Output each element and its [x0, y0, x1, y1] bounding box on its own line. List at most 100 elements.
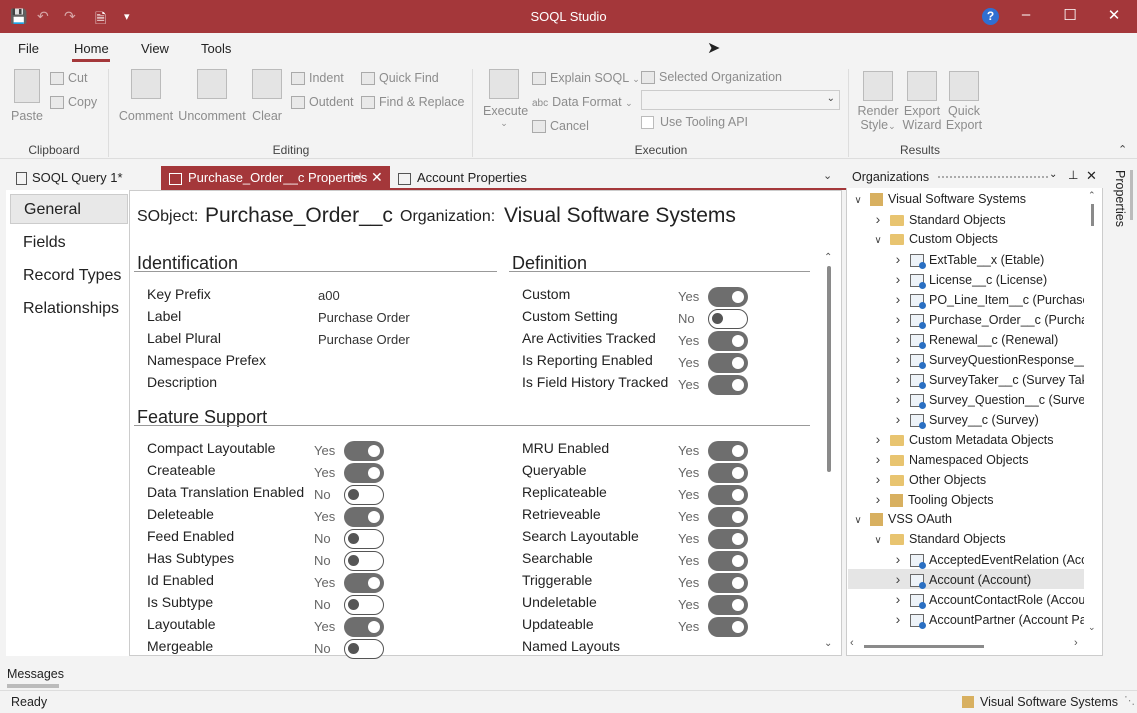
- new-document-icon[interactable]: 🗎: [95, 8, 106, 32]
- tab-soql-query[interactable]: SOQL Query 1*: [8, 166, 158, 190]
- expand-chevron-icon[interactable]: ›: [892, 349, 904, 369]
- expand-chevron-icon[interactable]: ›: [892, 589, 904, 609]
- toggle-switch[interactable]: [708, 287, 748, 307]
- expand-chevron-icon[interactable]: ›: [892, 329, 904, 349]
- tree-node[interactable]: › Tooling Objects: [848, 489, 1084, 509]
- nav-record-types[interactable]: Record Types: [10, 261, 128, 291]
- save-icon[interactable]: 💾: [10, 8, 27, 25]
- menu-tools[interactable]: Tools: [201, 41, 231, 56]
- expand-chevron-icon[interactable]: ›: [872, 469, 884, 489]
- tree-node[interactable]: › Survey__c (Survey): [848, 409, 1084, 430]
- tree-node[interactable]: › Other Objects: [848, 469, 1084, 489]
- tree-vertical-scrollbar[interactable]: ⌃ ⌄: [1087, 190, 1099, 638]
- help-icon[interactable]: ?: [982, 8, 999, 25]
- properties-side-tab[interactable]: Properties: [1104, 166, 1137, 656]
- toggle-switch[interactable]: [344, 463, 384, 483]
- toggle-switch[interactable]: [344, 485, 384, 505]
- expand-chevron-icon[interactable]: ›: [892, 409, 904, 429]
- collapse-chevron-icon[interactable]: ∨: [852, 191, 864, 211]
- nav-relationships[interactable]: Relationships: [10, 294, 128, 324]
- expand-chevron-icon[interactable]: ›: [892, 309, 904, 329]
- tree-node[interactable]: › Custom Metadata Objects: [848, 429, 1084, 449]
- tree-node[interactable]: › Renewal__c (Renewal): [848, 329, 1084, 350]
- scroll-right-icon[interactable]: ›: [1074, 637, 1078, 649]
- expand-chevron-icon[interactable]: ›: [892, 369, 904, 389]
- toggle-switch[interactable]: [344, 617, 384, 637]
- toggle-switch[interactable]: [344, 639, 384, 659]
- scroll-down-icon[interactable]: ⌄: [1088, 622, 1096, 633]
- data-format-button[interactable]: abc Data Format ⌄: [532, 95, 633, 109]
- scroll-down-icon[interactable]: ⌄: [824, 638, 832, 649]
- tree-node[interactable]: › AccountContactRole (Account: [848, 589, 1084, 610]
- expand-chevron-icon[interactable]: ›: [872, 489, 884, 509]
- nav-general[interactable]: General: [10, 194, 128, 224]
- find-replace-button[interactable]: Find & Replace: [361, 95, 464, 110]
- quick-export-button[interactable]: Quick Export: [945, 71, 983, 132]
- redo-icon[interactable]: ↷: [64, 8, 76, 25]
- toggle-switch[interactable]: [708, 331, 748, 351]
- tree-node[interactable]: › Purchase_Order__c (Purchase: [848, 309, 1084, 330]
- pin-icon[interactable]: ⊥: [1068, 168, 1078, 182]
- minimize-icon[interactable]: –: [1016, 6, 1036, 23]
- tree-node[interactable]: › AccountPartner (Account Part: [848, 609, 1084, 630]
- tree-node[interactable]: › Account (Account): [848, 569, 1084, 590]
- paste-button[interactable]: Paste: [10, 69, 44, 123]
- execute-button[interactable]: Execute ⌄: [483, 69, 528, 129]
- expand-chevron-icon[interactable]: ›: [892, 289, 904, 309]
- toggle-switch[interactable]: [708, 463, 748, 483]
- quick-find-button[interactable]: Quick Find: [361, 71, 439, 86]
- maximize-icon[interactable]: ☐: [1060, 6, 1080, 24]
- tree-horizontal-scrollbar[interactable]: ‹ ›: [850, 637, 1086, 652]
- menu-view[interactable]: View: [141, 41, 169, 56]
- expand-chevron-icon[interactable]: ›: [892, 569, 904, 589]
- collapse-chevron-icon[interactable]: ∨: [872, 231, 884, 251]
- tree-node[interactable]: ∨ Custom Objects: [848, 229, 1084, 249]
- toggle-switch[interactable]: [708, 551, 748, 571]
- content-vertical-scrollbar[interactable]: ⌃ ⌄: [824, 252, 834, 652]
- tab-account-properties[interactable]: Account Properties: [390, 166, 540, 190]
- toggle-switch[interactable]: [344, 551, 384, 571]
- tree-node[interactable]: › Standard Objects: [848, 209, 1084, 229]
- indent-button[interactable]: Indent: [291, 71, 344, 86]
- toggle-switch[interactable]: [708, 617, 748, 637]
- scroll-left-icon[interactable]: ‹: [850, 637, 854, 649]
- copy-button[interactable]: Copy: [50, 95, 97, 110]
- toggle-switch[interactable]: [708, 375, 748, 395]
- clear-button[interactable]: Clear: [250, 69, 284, 123]
- render-style-button[interactable]: Render Style⌄: [857, 71, 899, 133]
- close-icon[interactable]: ✕: [1104, 6, 1124, 24]
- tree-node[interactable]: ∨ VSS OAuth: [848, 509, 1084, 529]
- scroll-up-icon[interactable]: ⌃: [824, 252, 832, 263]
- tab-purchase-order-properties[interactable]: Purchase_Order__c Properties ⊣ ✕: [161, 166, 390, 190]
- expand-chevron-icon[interactable]: ›: [892, 609, 904, 629]
- toggle-switch[interactable]: [344, 573, 384, 593]
- export-wizard-button[interactable]: Export Wizard: [902, 71, 942, 132]
- org-select-dropdown[interactable]: ⌄: [641, 90, 840, 110]
- outdent-button[interactable]: Outdent: [291, 95, 353, 110]
- tree-node[interactable]: ∨ Visual Software Systems: [848, 189, 1084, 209]
- menu-file[interactable]: File: [18, 41, 39, 56]
- chevron-down-icon[interactable]: ⌄: [1049, 169, 1057, 180]
- toggle-switch[interactable]: [708, 573, 748, 593]
- pin-icon[interactable]: ⊣: [351, 170, 361, 184]
- close-icon[interactable]: ✕: [1086, 168, 1097, 184]
- collapse-chevron-icon[interactable]: ∨: [852, 511, 864, 531]
- cancel-button[interactable]: Cancel: [532, 119, 589, 134]
- toggle-switch[interactable]: [708, 485, 748, 505]
- close-tab-icon[interactable]: ✕: [371, 169, 383, 186]
- toggle-switch[interactable]: [344, 441, 384, 461]
- collapse-ribbon-icon[interactable]: ⌃: [1118, 143, 1127, 156]
- expand-chevron-icon[interactable]: ›: [892, 389, 904, 409]
- nav-fields[interactable]: Fields: [10, 228, 128, 258]
- toggle-switch[interactable]: [708, 529, 748, 549]
- scroll-thumb[interactable]: [1091, 204, 1094, 226]
- toggle-switch[interactable]: [708, 507, 748, 527]
- tree-node[interactable]: › SurveyQuestionResponse__c (: [848, 349, 1084, 370]
- messages-tab[interactable]: Messages: [7, 667, 64, 681]
- menu-home[interactable]: Home: [74, 41, 109, 56]
- expand-chevron-icon[interactable]: ›: [872, 209, 884, 229]
- tree-node[interactable]: › AcceptedEventRelation (Accep: [848, 549, 1084, 570]
- tree-node[interactable]: › ExtTable__x (Etable): [848, 249, 1084, 270]
- tree-node[interactable]: ∨ Standard Objects: [848, 529, 1084, 549]
- uncomment-button[interactable]: Uncomment: [178, 69, 246, 123]
